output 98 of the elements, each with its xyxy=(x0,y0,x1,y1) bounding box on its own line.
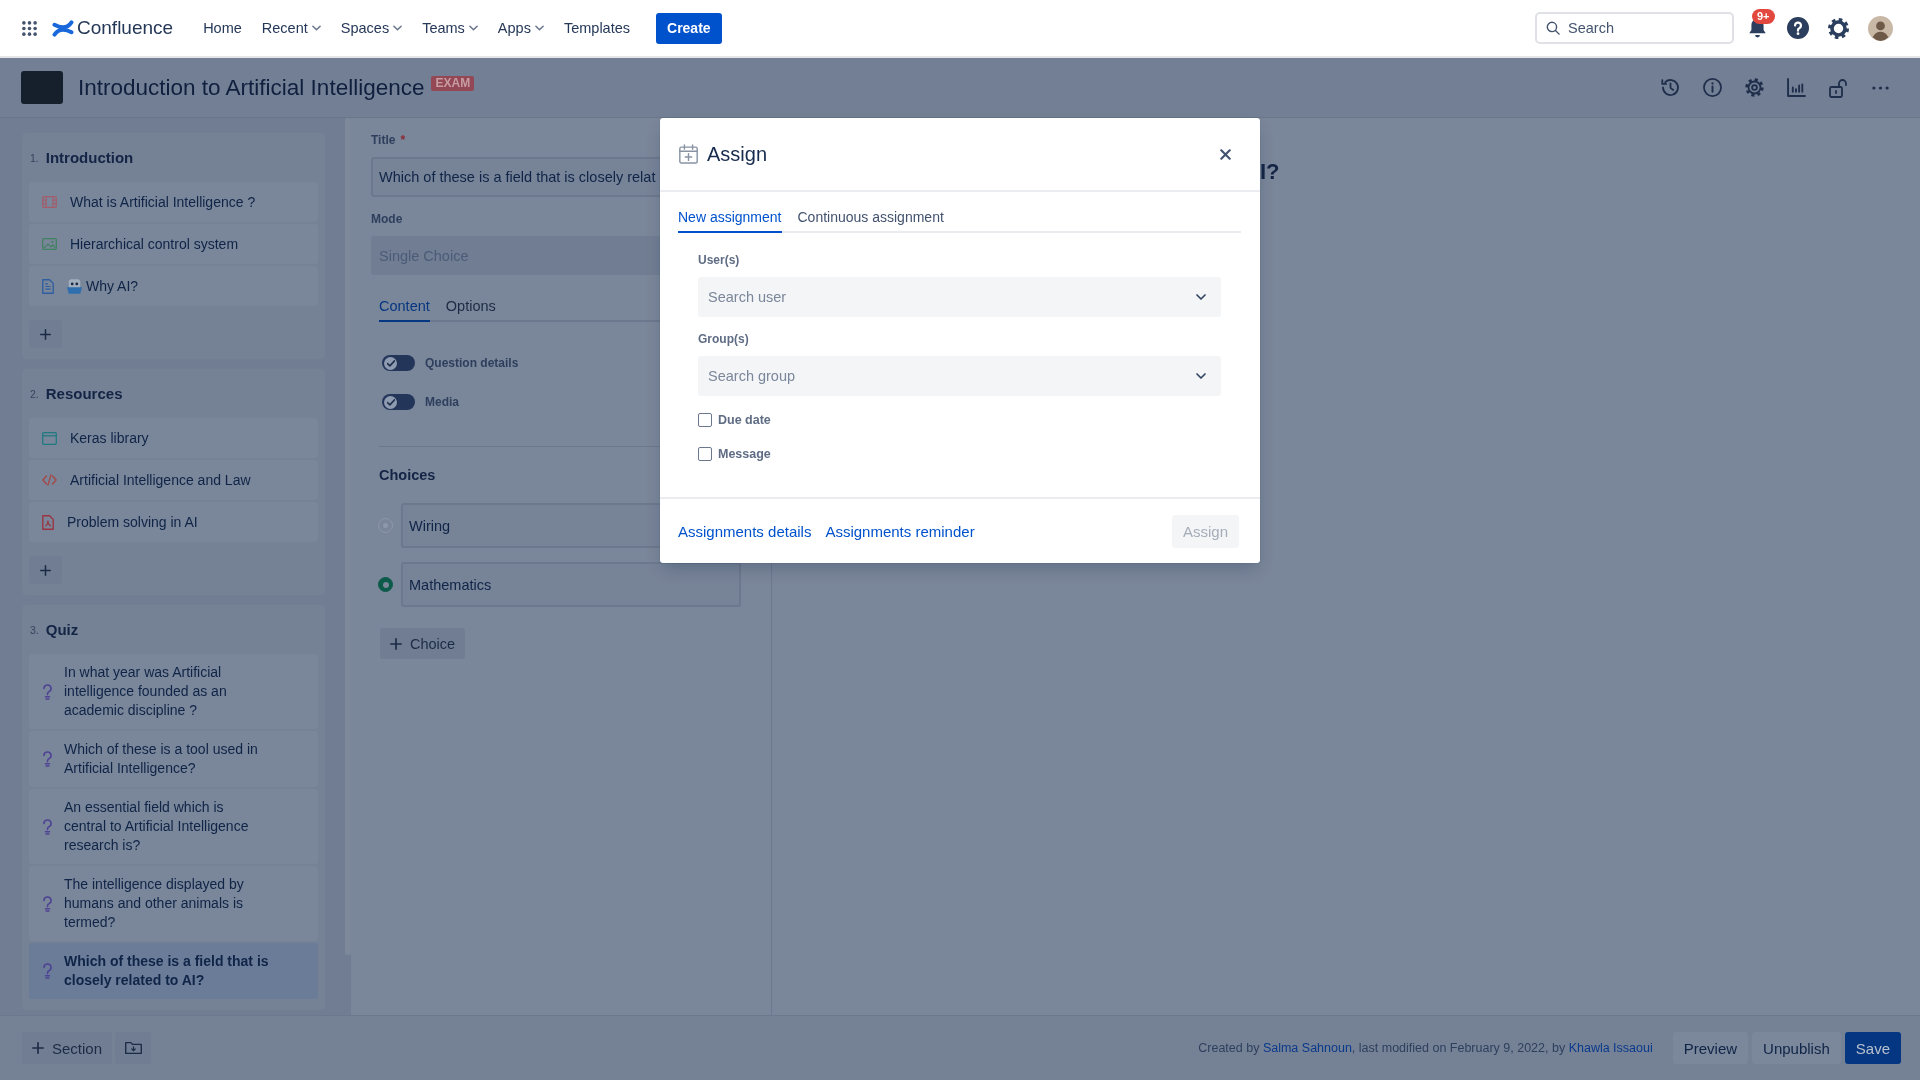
toggle-label: Media xyxy=(425,395,459,409)
folder-icon xyxy=(124,1041,142,1055)
sidebar-item[interactable]: The intelligence displayed by humans and other animals is termed? xyxy=(29,866,318,941)
toggle-switch[interactable] xyxy=(382,355,415,371)
search-field[interactable]: Search xyxy=(1535,12,1734,44)
user-link[interactable]: Salma Sahnoun xyxy=(1262,1041,1352,1055)
bar-chart-icon[interactable] xyxy=(1787,78,1806,97)
sidebar-item[interactable]: In what year was Artificial intelligence founded as an academic discipline ? xyxy=(29,654,318,729)
pdf-document-icon xyxy=(42,514,54,530)
close-icon[interactable] xyxy=(1220,148,1231,160)
browser-window-icon xyxy=(42,431,57,445)
sidebar-item[interactable]: Keras library xyxy=(29,418,318,458)
required-mark: * xyxy=(400,132,406,148)
field-label: User(s) xyxy=(698,252,741,268)
sidebar-item[interactable]: An essential field which is central to Artificial Intelligence research is? xyxy=(29,789,318,864)
create-button[interactable]: Create xyxy=(656,12,722,44)
save-button[interactable]: Save xyxy=(1844,1032,1901,1064)
add-item-button[interactable] xyxy=(29,556,62,584)
sidebar-item[interactable]: Hierarchical control system xyxy=(29,224,318,264)
checkbox-label: Message xyxy=(718,446,771,462)
sidebar-item[interactable]: Problem solving in AI xyxy=(29,502,318,542)
padlock-icon[interactable] xyxy=(1829,77,1849,98)
section-number: 1. xyxy=(30,151,39,164)
plus-icon xyxy=(32,1042,44,1054)
nav-menu-item[interactable]: Apps xyxy=(487,12,554,44)
nav-menu-item[interactable]: Teams xyxy=(412,12,488,44)
page-metadata: Created by Salma Sahnoun, last modified on February 9, 2022, by Khawla Issaoui xyxy=(1198,1041,1653,1055)
sidebar-item[interactable]: Which of these is a field that is closely related to AI? xyxy=(29,943,318,999)
toggle-label: Question details xyxy=(425,356,519,370)
settings-icon[interactable] xyxy=(1828,17,1849,39)
question-mark-icon xyxy=(43,963,52,979)
choice-field[interactable]: Mathematics xyxy=(401,562,741,607)
radio-button[interactable] xyxy=(378,577,393,592)
avatar[interactable] xyxy=(1868,15,1893,41)
select-field[interactable]: Search group xyxy=(698,356,1221,396)
section-title: Resources xyxy=(45,385,123,402)
question-mark-icon xyxy=(43,895,52,912)
action-button[interactable]: Unpublish xyxy=(1752,1032,1841,1064)
info-icon[interactable] xyxy=(1703,78,1722,97)
help-icon[interactable] xyxy=(1787,17,1809,39)
tab[interactable]: Continuous assignment xyxy=(797,204,944,233)
tab[interactable]: Options xyxy=(445,293,496,322)
question-mark-icon xyxy=(43,683,52,700)
calendar-icon xyxy=(679,144,698,164)
photo-placeholder xyxy=(21,71,63,104)
checkbox[interactable] xyxy=(698,447,712,461)
question-mark-icon xyxy=(43,818,52,835)
more-icon[interactable] xyxy=(1872,85,1889,90)
page-heading: I? xyxy=(1260,159,1281,185)
section-title: Quiz xyxy=(45,621,79,638)
image-icon xyxy=(42,238,57,250)
add-section-button[interactable]: Section xyxy=(22,1032,113,1064)
apps-grid-icon[interactable] xyxy=(22,20,37,36)
section-title: Introduction xyxy=(45,149,134,166)
chevron-down-icon xyxy=(1196,294,1206,300)
question-mark-icon xyxy=(43,751,52,767)
sidebar-item[interactable]: Which of these is a tool used in Artificial Intelligence? xyxy=(29,731,318,787)
nav-menu-item[interactable]: Spaces xyxy=(330,12,413,44)
logo-icon[interactable] xyxy=(52,19,74,37)
film-icon xyxy=(42,196,57,208)
field-label: Group(s) xyxy=(698,331,750,347)
section-heading: Choices xyxy=(379,467,437,484)
sidebar-item[interactable]: Why AI? xyxy=(29,266,318,306)
notification-badge: 9+ xyxy=(1752,9,1775,24)
page-title: Introduction to Artificial Intelligence xyxy=(78,74,425,101)
sidebar-item[interactable]: Artificial Intelligence and Law xyxy=(29,460,318,500)
select-field[interactable]: Search user xyxy=(698,277,1221,317)
section-number: 2. xyxy=(30,387,39,400)
tab[interactable]: New assignment xyxy=(678,204,782,233)
code-icon xyxy=(42,474,57,486)
add-choice-button[interactable]: Choice xyxy=(380,628,466,659)
chevron-down-icon xyxy=(1196,373,1206,379)
status-badge: EXAM xyxy=(431,76,475,91)
plus-icon xyxy=(40,564,51,576)
product-name[interactable]: Confluence xyxy=(77,17,174,39)
document-icon xyxy=(42,278,54,294)
plus-icon xyxy=(390,637,402,650)
link[interactable]: Assignments reminder xyxy=(825,522,975,540)
checkbox[interactable] xyxy=(698,413,712,427)
action-button[interactable]: Preview xyxy=(1672,1032,1749,1064)
checkbox-label: Due date xyxy=(718,412,771,428)
history-icon[interactable] xyxy=(1661,78,1680,97)
nav-menu-item[interactable]: Home xyxy=(193,12,252,44)
toggle-switch[interactable] xyxy=(382,394,415,410)
plus-icon xyxy=(40,328,51,340)
tab[interactable]: Content xyxy=(379,293,430,322)
section-number: 3. xyxy=(30,623,39,636)
search-icon xyxy=(1546,21,1560,35)
check-icon xyxy=(386,359,395,367)
user-link[interactable]: Khawla Issaoui xyxy=(1568,1041,1653,1055)
sidebar-item[interactable]: What is Artificial Intelligence ? xyxy=(29,182,318,222)
field-label: Title xyxy=(371,132,396,148)
nav-menu-item[interactable]: Recent xyxy=(251,12,331,44)
field-label: Mode xyxy=(371,211,403,227)
folder-button[interactable] xyxy=(115,1032,152,1064)
add-item-button[interactable] xyxy=(29,320,62,348)
check-icon xyxy=(386,398,395,406)
nav-menu-item[interactable]: Templates xyxy=(553,12,640,44)
